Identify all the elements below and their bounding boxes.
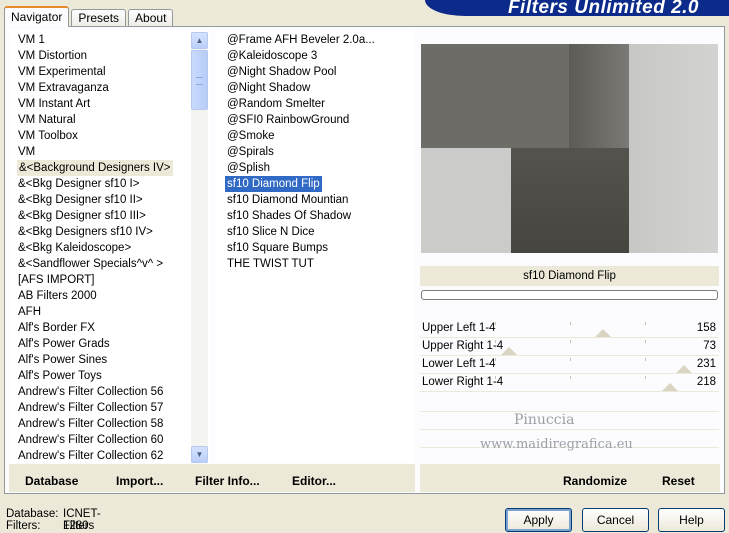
category-scrollbar[interactable]: ▲ ▼ <box>191 32 208 463</box>
app-banner: Filters Unlimited 2.0 <box>425 0 729 16</box>
parameter-sliders: Upper Left 1-4 158 Upper Right 1-4 73 Lower … <box>420 320 719 392</box>
filter-item[interactable]: @Night Shadow Pool <box>225 64 339 80</box>
category-item[interactable]: Andrew's Filter Collection 58 <box>18 416 163 432</box>
category-item[interactable]: &<Bkg Designers sf10 IV> <box>18 224 153 240</box>
filter-item[interactable]: @Splish <box>225 160 272 176</box>
slider-row[interactable]: Lower Left 1-4 231 <box>420 356 719 374</box>
slider-row[interactable]: Upper Right 1-4 73 <box>420 338 719 356</box>
database-status: Database: ICNET-Filters <box>6 508 101 532</box>
filter-info-button[interactable]: Filter Info... <box>195 474 260 488</box>
filter-item[interactable]: sf10 Square Bumps <box>225 240 330 256</box>
database-status-label: Database: <box>6 508 59 520</box>
slider-value: 231 <box>696 358 716 370</box>
category-item[interactable]: AB Filters 2000 <box>18 288 97 304</box>
randomize-button[interactable]: Randomize <box>563 474 627 488</box>
category-item[interactable]: [AFS IMPORT] <box>18 272 94 288</box>
help-button[interactable]: Help <box>658 508 725 532</box>
apply-button[interactable]: Apply <box>505 508 572 532</box>
filter-item[interactable]: THE TWIST TUT <box>225 256 316 272</box>
empty-parameter-rows <box>420 394 719 466</box>
list-actions-bar: Database Import... Filter Info... Editor… <box>9 464 415 492</box>
slider-label: Upper Left 1-4 <box>422 322 496 334</box>
import-button[interactable]: Import... <box>116 474 163 488</box>
scroll-down-arrow-icon[interactable]: ▼ <box>191 446 208 463</box>
filter-item[interactable]: sf10 Shades Of Shadow <box>225 208 353 224</box>
filter-item[interactable]: sf10 Diamond Flip <box>225 176 322 192</box>
filter-preview-image <box>421 44 718 253</box>
app-title: Filters Unlimited 2.0 <box>507 0 699 16</box>
filter-item[interactable]: sf10 Diamond Mountian <box>225 192 350 208</box>
category-item[interactable]: &<Background Designers IV> <box>17 160 173 176</box>
watermark-url: www.maidiregrafica.eu <box>480 437 633 452</box>
category-item[interactable]: VM Natural <box>18 112 76 128</box>
filter-name-label: sf10 Diamond Flip <box>420 266 719 286</box>
filter-item[interactable]: @Kaleidoscope 3 <box>225 48 319 64</box>
parameter-actions-bar: Randomize Reset <box>420 464 720 492</box>
filter-item[interactable]: sf10 Slice N Dice <box>225 224 317 240</box>
slider-row[interactable]: Upper Left 1-4 158 <box>420 320 719 338</box>
slider-thumb[interactable] <box>501 347 517 355</box>
category-item[interactable]: Alf's Power Toys <box>18 368 102 384</box>
category-item[interactable]: VM Instant Art <box>18 96 90 112</box>
slider-label: Lower Right 1-4 <box>422 376 504 388</box>
category-item[interactable]: &<Bkg Designer sf10 III> <box>18 208 146 224</box>
category-item[interactable]: VM Toolbox <box>18 128 78 144</box>
editor-button[interactable]: Editor... <box>292 474 336 488</box>
filter-item[interactable]: @Night Shadow <box>225 80 312 96</box>
filters-status-label: Filters: <box>6 520 41 532</box>
slider-thumb[interactable] <box>595 329 611 337</box>
category-list[interactable]: VM 1 VM Distortion VM Experimental VM Extra… <box>9 30 210 463</box>
cancel-button[interactable]: Cancel <box>582 508 649 532</box>
filter-item[interactable]: @Random Smelter <box>225 96 327 112</box>
category-item[interactable]: Alf's Power Sines <box>18 352 107 368</box>
slider-value: 158 <box>696 322 716 334</box>
filters-status: Filters: 1280 <box>6 520 89 532</box>
slider-row[interactable]: Lower Right 1-4 218 <box>420 374 719 392</box>
category-item[interactable]: AFH <box>18 304 41 320</box>
filter-item[interactable]: @Frame AFH Beveler 2.0a... <box>225 32 377 48</box>
category-item[interactable]: Andrew's Filter Collection 60 <box>18 432 163 448</box>
slider-label: Upper Right 1-4 <box>422 340 504 352</box>
slider-value: 73 <box>703 340 716 352</box>
category-item[interactable]: Andrew's Filter Collection 57 <box>18 400 163 416</box>
category-item[interactable]: VM <box>18 144 35 160</box>
category-item[interactable]: Alf's Border FX <box>18 320 95 336</box>
category-item[interactable]: Andrew's Filter Collection 56 <box>18 384 163 400</box>
category-item[interactable]: Alf's Power Grads <box>18 336 110 352</box>
category-item[interactable]: &<Sandflower Specials^v^ > <box>18 256 163 272</box>
watermark-name: Pinuccia <box>514 412 575 428</box>
category-item[interactable]: VM Experimental <box>18 64 106 80</box>
tab-about[interactable]: About <box>128 9 174 27</box>
category-item[interactable]: &<Bkg Designer sf10 I> <box>18 176 139 192</box>
filter-item[interactable]: @Spirals <box>225 144 276 160</box>
category-item[interactable]: &<Bkg Kaleidoscope> <box>18 240 131 256</box>
category-item[interactable]: VM Distortion <box>18 48 87 64</box>
reset-button[interactable]: Reset <box>662 474 695 488</box>
category-item[interactable]: VM 1 <box>18 32 45 48</box>
database-button[interactable]: Database <box>25 474 78 488</box>
scroll-thumb[interactable] <box>191 50 208 110</box>
tab-navigator[interactable]: Navigator <box>4 6 70 27</box>
filters-status-value: 1280 <box>63 520 89 532</box>
filter-list[interactable]: @Frame AFH Beveler 2.0a... @Kaleidoscope … <box>216 30 415 463</box>
scroll-up-arrow-icon[interactable]: ▲ <box>191 32 208 49</box>
slider-value: 218 <box>696 376 716 388</box>
category-item[interactable]: Andrew's Filter Collection 62 <box>18 448 163 463</box>
render-progress-bar <box>421 290 718 300</box>
slider-thumb[interactable] <box>676 365 692 373</box>
tab-presets[interactable]: Presets <box>71 9 127 27</box>
tab-strip: Navigator Presets About <box>4 5 175 27</box>
slider-label: Lower Left 1-4 <box>422 358 496 370</box>
slider-thumb[interactable] <box>662 383 678 391</box>
filter-item[interactable]: @Smoke <box>225 128 276 144</box>
category-item[interactable]: &<Bkg Designer sf10 II> <box>18 192 143 208</box>
category-item[interactable]: VM Extravaganza <box>18 80 109 96</box>
filter-item[interactable]: @SFI0 RainbowGround <box>225 112 351 128</box>
